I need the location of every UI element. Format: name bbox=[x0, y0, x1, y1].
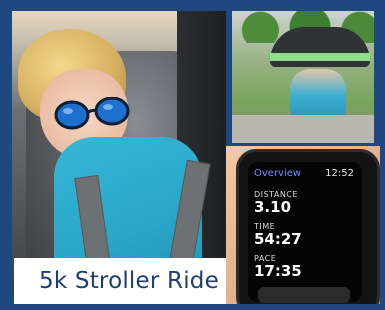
distance-value: 3.10 bbox=[254, 198, 292, 216]
time-value: 54:27 bbox=[254, 230, 302, 248]
pace-value: 17:35 bbox=[254, 262, 302, 280]
sunglasses-icon bbox=[54, 97, 130, 130]
watch-overview-title: Overview bbox=[254, 168, 302, 179]
caption-box: 5k Stroller Ride bbox=[14, 258, 244, 304]
watch-screen: Overview 12:52 DISTANCE 3.10 TIME 54:27 … bbox=[248, 162, 362, 303]
canopy-band bbox=[270, 53, 370, 61]
smartwatch-photo: Overview 12:52 DISTANCE 3.10 TIME 54:27 … bbox=[226, 146, 380, 304]
watch-clock: 12:52 bbox=[325, 168, 354, 179]
sidewalk bbox=[232, 115, 374, 143]
stroller-canopy bbox=[270, 27, 370, 67]
caption-text: 5k Stroller Ride bbox=[39, 268, 219, 294]
stroller-on-lawn-photo bbox=[232, 11, 374, 143]
watch-screen-button bbox=[258, 287, 350, 303]
photo-collage-frame: 5k Stroller Ride Overview 12:52 DISTANCE… bbox=[0, 0, 385, 310]
child-in-stroller-photo bbox=[12, 11, 226, 297]
